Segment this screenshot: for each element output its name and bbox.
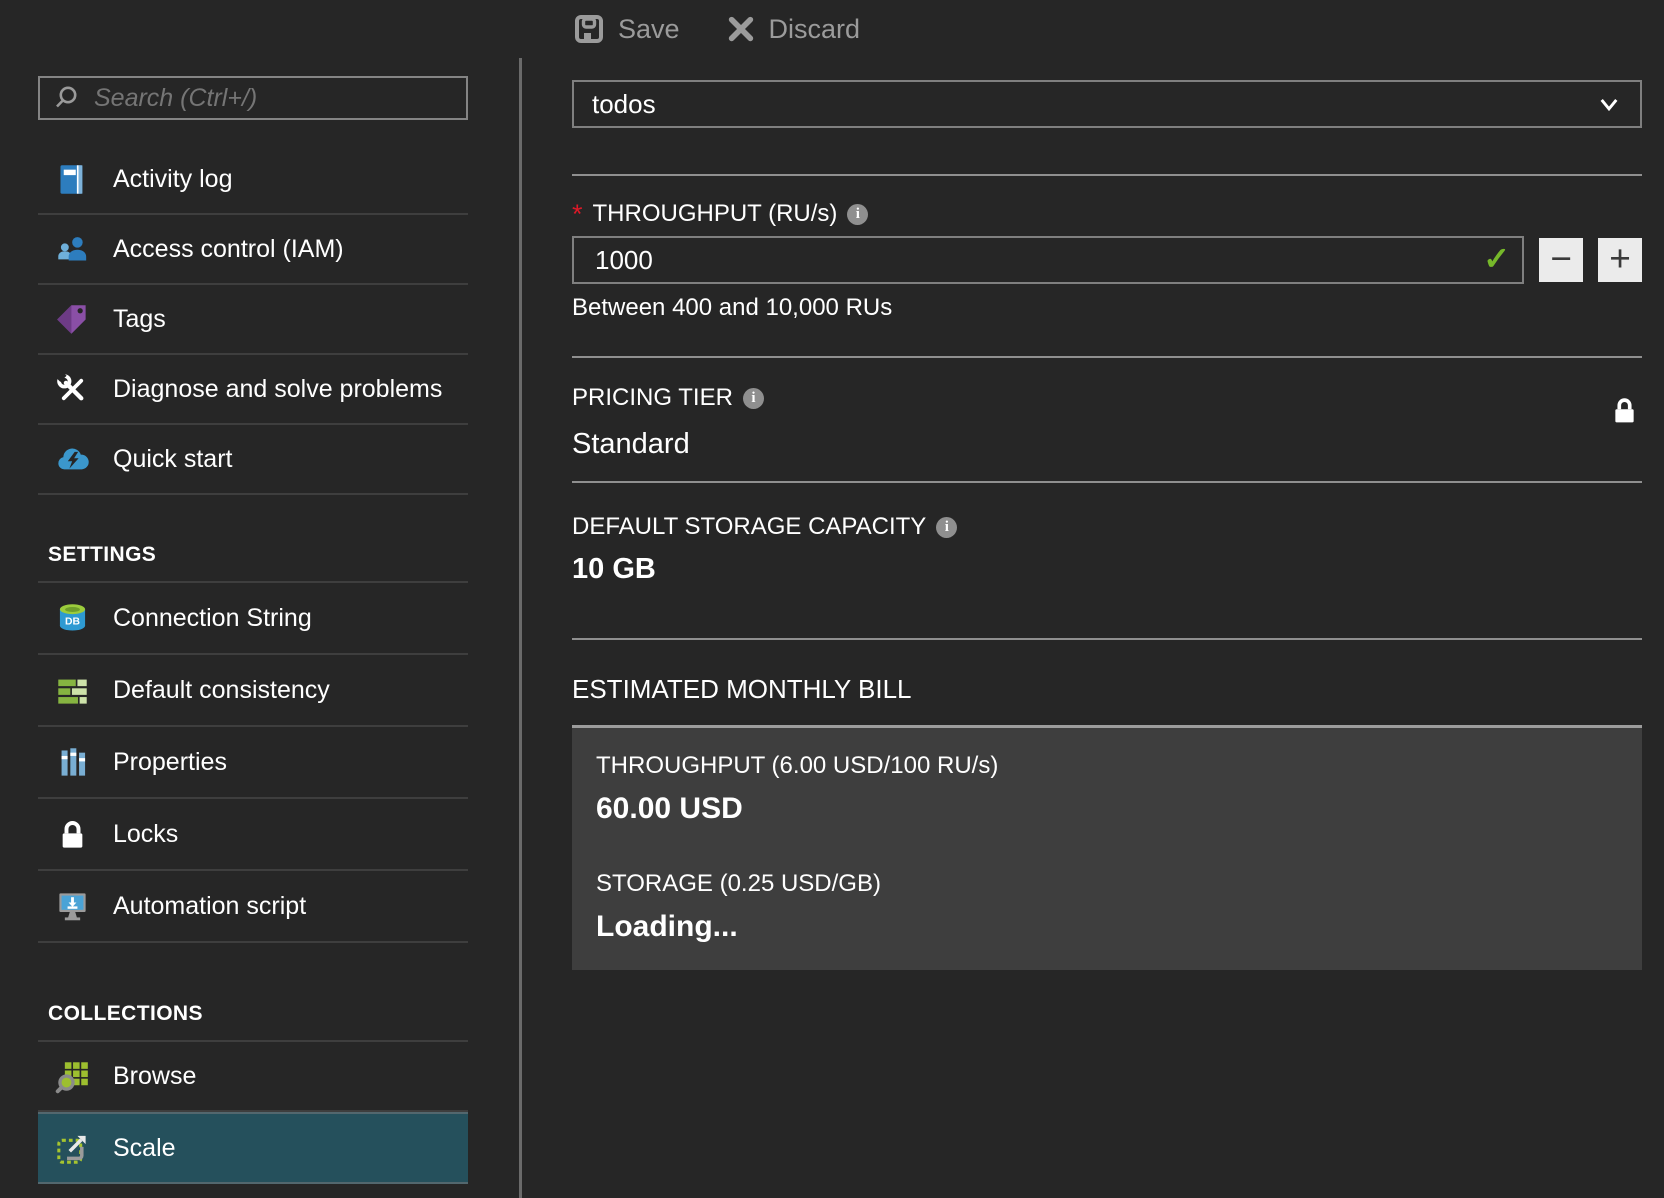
sidebar-item-diagnose[interactable]: Diagnose and solve problems <box>38 355 468 425</box>
throughput-label: THROUGHPUT (RU/s) <box>593 200 838 228</box>
access-control-icon <box>55 232 90 267</box>
sidebar-item-locks[interactable]: Locks <box>38 799 468 871</box>
activity-log-icon <box>55 162 90 197</box>
estimated-bill-panel: THROUGHPUT (6.00 USD/100 RU/s) 60.00 USD… <box>572 725 1642 970</box>
blade-menu: Activity log Access control (IAM) <box>38 76 468 1184</box>
throughput-label-row: * THROUGHPUT (RU/s) i <box>572 200 1642 228</box>
sliders-icon <box>55 745 90 780</box>
sidebar-item-label: Quick start <box>113 445 232 474</box>
tag-icon <box>55 302 90 337</box>
locked-setting-icon <box>1611 396 1638 426</box>
collection-select[interactable]: todos <box>572 80 1642 128</box>
pricing-tier-value: Standard <box>572 428 1642 461</box>
throughput-input[interactable] <box>572 236 1524 284</box>
sidebar-item-tags[interactable]: Tags <box>38 285 468 355</box>
cloud-bolt-icon <box>55 442 90 477</box>
storage-capacity-value: 10 GB <box>572 553 1642 586</box>
increase-throughput-button[interactable]: + <box>1598 238 1642 282</box>
sidebar-item-label: Automation script <box>113 892 306 921</box>
pane-divider <box>519 58 522 1198</box>
search-icon <box>54 84 82 112</box>
bill-line-item: THROUGHPUT (6.00 USD/100 RU/s) 60.00 USD <box>596 752 1618 826</box>
scale-icon <box>55 1131 90 1166</box>
throughput-input-row: ✓ − + <box>572 236 1642 284</box>
sidebar-item-label: Browse <box>113 1062 196 1091</box>
storage-capacity-label-row: DEFAULT STORAGE CAPACITY i <box>572 513 1642 541</box>
automation-script-icon <box>55 889 90 924</box>
search-input[interactable] <box>94 84 452 113</box>
discard-x-icon <box>726 14 756 44</box>
bill-storage-label: STORAGE (0.25 USD/GB) <box>596 870 1618 898</box>
bill-storage-value: Loading... <box>596 910 1618 944</box>
throughput-input-wrap: ✓ <box>572 236 1524 284</box>
save-button[interactable]: Save <box>573 13 680 45</box>
decrease-throughput-button[interactable]: − <box>1539 238 1583 282</box>
sidebar-item-label: Tags <box>113 305 166 334</box>
info-icon[interactable]: i <box>743 388 764 409</box>
estimated-bill-header: ESTIMATED MONTHLY BILL <box>572 674 1642 705</box>
sidebar-item-scale[interactable]: Scale <box>38 1112 468 1184</box>
sidebar-item-browse[interactable]: Browse <box>38 1042 468 1112</box>
info-icon[interactable]: i <box>936 517 957 538</box>
sidebar-item-connection-string[interactable]: DB Connection String <box>38 583 468 655</box>
throughput-hint: Between 400 and 10,000 RUs <box>572 294 1642 322</box>
sidebar-item-access-control[interactable]: Access control (IAM) <box>38 215 468 285</box>
browse-grid-icon <box>55 1059 90 1094</box>
sidebar-item-label: Properties <box>113 748 227 777</box>
pricing-tier-block: PRICING TIER i Standard <box>572 384 1642 461</box>
sidebar-item-label: Locks <box>113 820 178 849</box>
bill-line-item: STORAGE (0.25 USD/GB) Loading... <box>596 870 1618 944</box>
menu-search-box[interactable] <box>38 76 468 120</box>
save-label: Save <box>618 14 680 45</box>
bill-throughput-label: THROUGHPUT (6.00 USD/100 RU/s) <box>596 752 1618 780</box>
sidebar-item-automation-script[interactable]: Automation script <box>38 871 468 943</box>
chevron-down-icon <box>1596 91 1622 117</box>
save-icon <box>573 13 605 45</box>
discard-label: Discard <box>769 14 861 45</box>
tools-icon <box>55 372 90 407</box>
sidebar-item-label: Activity log <box>113 165 232 194</box>
sidebar-item-label: Access control (IAM) <box>113 235 344 264</box>
sidebar-item-activity-log[interactable]: Activity log <box>38 145 468 215</box>
info-icon[interactable]: i <box>847 204 868 225</box>
sidebar-item-label: Default consistency <box>113 676 330 705</box>
scale-blade-content: todos * THROUGHPUT (RU/s) i ✓ − + Betwee… <box>572 58 1642 970</box>
sidebar-section-settings: SETTINGS <box>38 495 468 583</box>
section-separator <box>572 638 1642 640</box>
command-bar: Save Discard <box>520 0 1664 58</box>
section-separator <box>572 481 1642 483</box>
consistency-bars-icon <box>55 673 90 708</box>
sidebar-item-default-consistency[interactable]: Default consistency <box>38 655 468 727</box>
section-separator <box>572 356 1642 358</box>
collection-select-value: todos <box>592 89 656 120</box>
sidebar-item-label: Scale <box>113 1134 176 1163</box>
section-separator <box>572 174 1642 176</box>
pricing-tier-label-row: PRICING TIER i <box>572 384 1642 412</box>
storage-capacity-label: DEFAULT STORAGE CAPACITY <box>572 513 926 541</box>
svg-text:DB: DB <box>65 616 80 627</box>
padlock-icon <box>55 817 90 852</box>
sidebar-section-collections: COLLECTIONS <box>38 943 468 1042</box>
sidebar-item-label: Connection String <box>113 604 312 633</box>
sidebar-item-properties[interactable]: Properties <box>38 727 468 799</box>
storage-capacity-block: DEFAULT STORAGE CAPACITY i 10 GB <box>572 513 1642 586</box>
discard-button[interactable]: Discard <box>726 14 861 45</box>
sidebar-item-quick-start[interactable]: Quick start <box>38 425 468 495</box>
database-icon: DB <box>55 601 90 636</box>
required-marker: * <box>572 204 583 224</box>
sidebar-item-label: Diagnose and solve problems <box>113 375 442 404</box>
pricing-tier-label: PRICING TIER <box>572 384 733 412</box>
bill-throughput-value: 60.00 USD <box>596 792 1618 826</box>
valid-check-icon: ✓ <box>1483 239 1510 277</box>
